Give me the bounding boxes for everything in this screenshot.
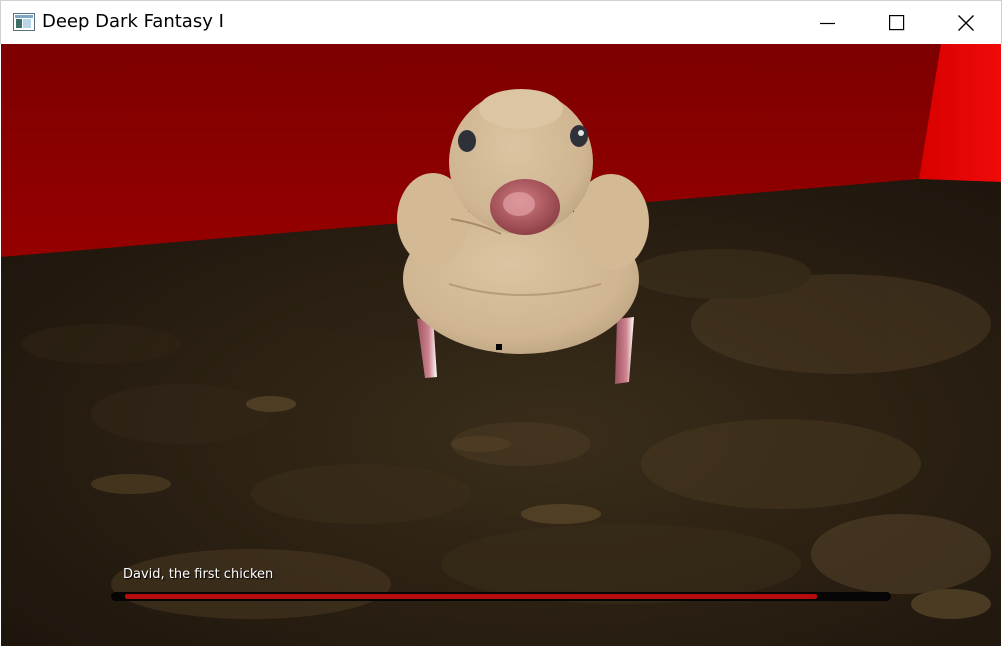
target-name-label: David, the first chicken [123, 567, 274, 582]
right-eye [570, 125, 588, 147]
close-icon [958, 15, 974, 31]
health-bar-fill [125, 594, 817, 599]
window-title: Deep Dark Fantasy I [42, 11, 224, 32]
close-button[interactable] [931, 1, 1001, 45]
crosshair [496, 344, 502, 350]
app-window-icon [13, 13, 35, 31]
maximize-button[interactable] [862, 1, 932, 45]
left-eye [458, 130, 476, 152]
minimize-button[interactable] [793, 1, 863, 45]
game-viewport[interactable]: David, the first chicken [1, 44, 1001, 646]
minimize-icon [820, 22, 835, 25]
title-bar[interactable]: Deep Dark Fantasy I [0, 0, 1002, 44]
maximize-icon [889, 15, 905, 31]
health-bar [111, 592, 891, 601]
